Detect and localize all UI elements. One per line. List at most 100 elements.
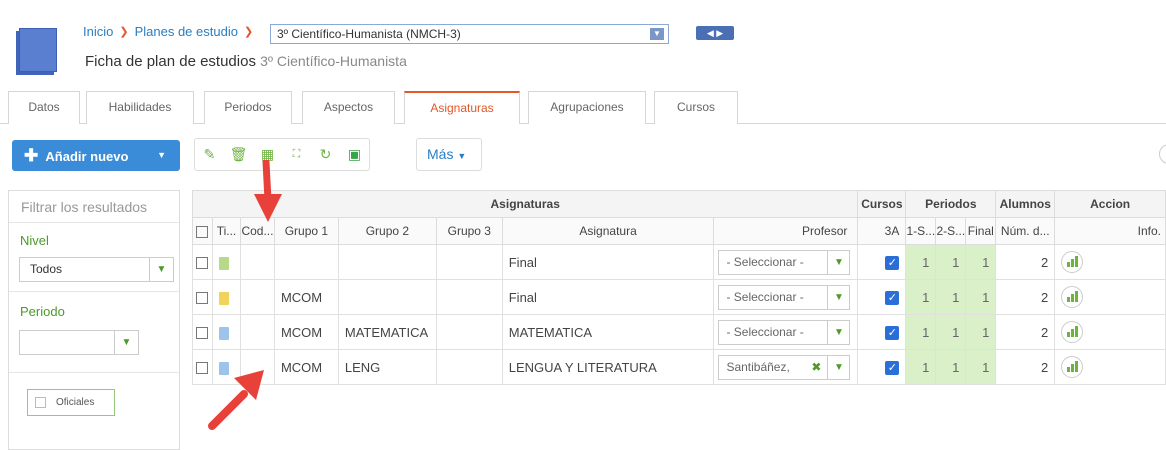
col-header-periodo2[interactable]: 2-S... xyxy=(935,217,967,245)
document-icon xyxy=(218,291,229,305)
profesor-select[interactable]: - Seleccionar - ▼ xyxy=(718,319,851,345)
periodos-group-header: Periodos xyxy=(905,190,997,218)
page-title: Ficha de plan de estudios 3º Científico-… xyxy=(85,53,407,70)
row-type-cell xyxy=(211,279,241,315)
row-final[interactable]: 1 xyxy=(965,349,997,385)
row-periodo1[interactable]: 1 xyxy=(905,314,937,350)
periodo-select[interactable]: ▼ xyxy=(19,330,139,355)
row-code-cell xyxy=(239,244,275,280)
tab-aspectos[interactable]: Aspectos xyxy=(302,91,395,124)
row-curso-check-cell: ✓ xyxy=(857,314,907,350)
row-grupo1: MCOM xyxy=(273,279,339,315)
more-button[interactable]: Más ▼ xyxy=(416,138,482,171)
plan-selector-value: 3º Científico-Humanista (NMCH-3) xyxy=(277,27,461,41)
row-grupo3 xyxy=(435,314,503,350)
stats-bars-icon[interactable] xyxy=(1061,286,1084,308)
col-header-asignatura[interactable]: Asignatura xyxy=(501,217,715,245)
row-grupo1: MCOM xyxy=(273,314,339,350)
row-periodo2[interactable]: 1 xyxy=(935,279,967,315)
filter-sidebar: Filtrar los resultados Nivel Todos ▼ Per… xyxy=(8,190,180,450)
document-icon xyxy=(218,326,229,340)
row-grupo3 xyxy=(435,244,503,280)
profesor-select[interactable]: Santibáñez, ✖ ▼ xyxy=(718,354,851,380)
col-header-num-alumnos[interactable]: Núm. d... xyxy=(995,217,1056,245)
profesor-select[interactable]: - Seleccionar - ▼ xyxy=(718,284,851,310)
asignaturas-group-header: Asignaturas xyxy=(191,190,859,218)
edit-pencil-icon[interactable]: ✎ xyxy=(195,139,224,170)
row-type-cell xyxy=(211,244,241,280)
table-row[interactable]: Final - Seleccionar - ▼ ✓ 1 1 1 2 xyxy=(192,244,1166,280)
tab-agrupaciones[interactable]: Agrupaciones xyxy=(528,91,646,124)
stats-bars-icon[interactable] xyxy=(1061,251,1084,273)
row-curso-check-cell: ✓ xyxy=(857,349,907,385)
row-final[interactable]: 1 xyxy=(965,244,997,280)
caret-down-icon[interactable]: ▼ xyxy=(157,140,166,171)
plus-icon: ✚ xyxy=(24,146,39,165)
col-header-grupo2[interactable]: Grupo 2 xyxy=(337,217,437,245)
col-header-grupo3[interactable]: Grupo 3 xyxy=(435,217,503,245)
table-row[interactable]: MCOM Final - Seleccionar - ▼ ✓ 1 1 1 2 xyxy=(192,279,1166,315)
row-periodo2[interactable]: 1 xyxy=(935,349,967,385)
oficiales-toggle[interactable]: Oficiales xyxy=(27,389,115,416)
select-all-header xyxy=(192,217,213,245)
col-header-curso-3a[interactable]: 3A xyxy=(857,217,907,245)
tab-asignaturas[interactable]: Asignaturas xyxy=(404,91,520,124)
col-header-periodo1[interactable]: 1-S... xyxy=(905,217,937,245)
page-title-sub: 3º Científico-Humanista xyxy=(260,53,407,69)
col-header-final[interactable]: Final xyxy=(965,217,997,245)
row-checkbox[interactable] xyxy=(196,327,208,340)
tab-habilidades[interactable]: Habilidades xyxy=(86,91,194,124)
row-final[interactable]: 1 xyxy=(965,314,997,350)
stats-bars-icon[interactable] xyxy=(1061,356,1084,378)
row-asignatura: Final xyxy=(501,279,715,315)
filter-input[interactable]: Filtrar los resultados xyxy=(9,191,179,223)
tab-cursos[interactable]: Cursos xyxy=(654,91,738,124)
oficiales-checkbox[interactable] xyxy=(35,397,46,408)
row-num-alumnos: 2 xyxy=(995,314,1056,350)
add-new-button[interactable]: ✚ Añadir nuevo ▼ xyxy=(12,140,180,171)
nivel-select[interactable]: Todos ▼ xyxy=(19,257,174,282)
page-header: Inicio ❯ Planes de estudio ❯ 3º Científi… xyxy=(0,0,1166,80)
row-curso-check-cell: ✓ xyxy=(857,244,907,280)
select-all-checkbox[interactable] xyxy=(196,225,209,238)
table-row[interactable]: MCOM MATEMATICA MATEMATICA - Seleccionar - ▼… xyxy=(192,314,1166,350)
row-grupo3 xyxy=(435,349,503,385)
curso-checkbox-checked[interactable]: ✓ xyxy=(885,291,900,305)
export-excel-icon[interactable]: ▣ xyxy=(340,139,369,170)
row-checkbox[interactable] xyxy=(196,292,208,305)
plan-book-icon xyxy=(8,20,68,75)
profesor-value: - Seleccionar - xyxy=(726,324,804,339)
curso-checkbox-checked[interactable]: ✓ xyxy=(885,326,900,340)
prev-next-arrows[interactable]: ◀ ▶ xyxy=(696,26,734,40)
row-periodo2[interactable]: 1 xyxy=(935,314,967,350)
table-row[interactable]: MCOM LENG LENGUA Y LITERATURA Santibáñez, ✖ ▼… xyxy=(192,349,1166,385)
row-code-cell xyxy=(239,279,275,315)
chevron-right-icon: ❯ xyxy=(119,26,129,38)
tab-periodos[interactable]: Periodos xyxy=(204,91,292,124)
plan-selector[interactable]: 3º Científico-Humanista (NMCH-3) ▼ xyxy=(270,24,669,44)
acciones-group-header: Accion xyxy=(1054,190,1166,218)
refresh-icon[interactable]: ↻ xyxy=(311,139,340,170)
row-periodo1[interactable]: 1 xyxy=(905,349,937,385)
profesor-select[interactable]: - Seleccionar - ▼ xyxy=(718,249,851,275)
row-info-cell xyxy=(1054,279,1166,315)
stats-bars-icon[interactable] xyxy=(1061,321,1084,343)
row-periodo1[interactable]: 1 xyxy=(905,244,937,280)
col-header-info[interactable]: Info. xyxy=(1054,217,1166,245)
curso-checkbox-checked[interactable]: ✓ xyxy=(885,361,900,375)
breadcrumb-home-link[interactable]: Inicio xyxy=(83,24,113,39)
chevron-down-icon[interactable]: ▼ xyxy=(650,28,664,40)
row-final[interactable]: 1 xyxy=(965,279,997,315)
col-header-tipo[interactable]: Ti... xyxy=(211,217,241,245)
curso-checkbox-checked[interactable]: ✓ xyxy=(885,256,900,270)
settings-circle-button[interactable] xyxy=(1159,144,1166,164)
row-periodo2[interactable]: 1 xyxy=(935,244,967,280)
clear-x-icon[interactable]: ✖ xyxy=(811,356,821,379)
col-header-profesor[interactable]: Profesor xyxy=(713,217,859,245)
row-checkbox[interactable] xyxy=(196,257,208,270)
row-periodo1[interactable]: 1 xyxy=(905,279,937,315)
breadcrumb-plans-link[interactable]: Planes de estudio xyxy=(135,24,238,39)
profesor-value: - Seleccionar - xyxy=(726,289,804,304)
tab-datos[interactable]: Datos xyxy=(8,91,80,124)
chevron-down-icon: ▼ xyxy=(827,250,849,274)
